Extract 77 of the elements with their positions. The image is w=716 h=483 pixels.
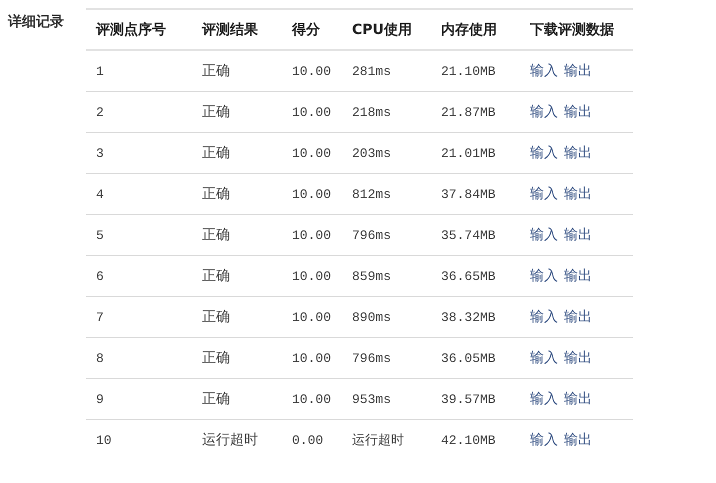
table-cell: 10.00 bbox=[292, 146, 332, 160]
section-label: 详细记录 bbox=[8, 13, 65, 32]
table-cell: 正确 bbox=[202, 186, 230, 202]
table-cell: 正确 bbox=[202, 391, 230, 407]
download-link[interactable]: 输入 bbox=[530, 227, 558, 243]
download-link[interactable]: 输出 bbox=[564, 309, 592, 325]
download-link[interactable]: 输入 bbox=[530, 268, 558, 284]
download-link[interactable]: 输出 bbox=[564, 432, 592, 448]
table-cell: 8 bbox=[96, 350, 104, 366]
table-cell: 42.10MB bbox=[441, 432, 496, 448]
table-cell: 203ms bbox=[352, 146, 392, 160]
table-cell: 953ms bbox=[352, 392, 392, 406]
table-cell: 5 bbox=[96, 228, 104, 242]
table-cell: 10.00 bbox=[292, 64, 332, 78]
table-cell: 2 bbox=[96, 104, 104, 120]
download-link[interactable]: 输入 bbox=[530, 145, 558, 161]
table-cell: 6 bbox=[96, 268, 104, 284]
download-link[interactable]: 输出 bbox=[564, 268, 592, 284]
table-cell: 218ms bbox=[352, 104, 392, 120]
table-cell: 10.00 bbox=[292, 186, 332, 202]
column-header: 下载评测数据 bbox=[520, 9, 633, 50]
table-cell: 796ms bbox=[352, 350, 392, 366]
table-cell: 21.87MB bbox=[441, 104, 496, 120]
table-cell: 正确 bbox=[202, 350, 230, 366]
table-cell: 正确 bbox=[202, 309, 230, 325]
table-cell: 796ms bbox=[352, 228, 392, 242]
table-cell: 859ms bbox=[352, 268, 392, 284]
table-cell: 运行超时 bbox=[352, 433, 404, 448]
table-cell: 10.00 bbox=[292, 310, 332, 324]
download-link[interactable]: 输出 bbox=[564, 186, 592, 202]
table-cell: 10.00 bbox=[292, 268, 332, 284]
download-link[interactable]: 输入 bbox=[530, 350, 558, 366]
table-cell: 10.00 bbox=[292, 350, 332, 366]
table-cell: 0.00 bbox=[292, 432, 324, 448]
table-cell: 36.05MB bbox=[441, 350, 496, 366]
table-cell: 正确 bbox=[202, 268, 230, 284]
table-cell: 9 bbox=[96, 392, 104, 406]
table-cell: 35.74MB bbox=[441, 228, 496, 242]
table-cell: 正确 bbox=[202, 145, 230, 161]
download-link[interactable]: 输入 bbox=[530, 63, 558, 79]
column-header: 得分 bbox=[282, 9, 342, 50]
download-link[interactable]: 输入 bbox=[530, 104, 558, 120]
column-header: 内存使用 bbox=[431, 9, 520, 50]
table-cell: 37.84MB bbox=[441, 186, 496, 202]
download-link[interactable]: 输出 bbox=[564, 63, 592, 79]
download-link[interactable]: 输出 bbox=[564, 391, 592, 407]
table-cell: 39.57MB bbox=[441, 392, 496, 406]
download-link[interactable]: 输出 bbox=[564, 145, 592, 161]
table-cell: 正确 bbox=[202, 227, 230, 243]
table-cell: 812ms bbox=[352, 186, 392, 202]
table-cell: 7 bbox=[96, 310, 104, 324]
download-link[interactable]: 输入 bbox=[530, 186, 558, 202]
table-cell: 运行超时 bbox=[202, 432, 258, 448]
download-link[interactable]: 输出 bbox=[564, 350, 592, 366]
table-cell: 10.00 bbox=[292, 228, 332, 242]
column-header: 评测点序号 bbox=[86, 9, 192, 50]
table-cell: 3 bbox=[96, 146, 104, 160]
table-cell: 36.65MB bbox=[441, 268, 496, 284]
table-cell: 10 bbox=[96, 432, 112, 448]
download-link[interactable]: 输入 bbox=[530, 391, 558, 407]
download-link[interactable]: 输入 bbox=[530, 432, 558, 448]
column-header: 评测结果 bbox=[192, 9, 282, 50]
download-link[interactable]: 输出 bbox=[564, 104, 592, 120]
download-link[interactable]: 输入 bbox=[530, 309, 558, 325]
table-cell: 10.00 bbox=[292, 392, 332, 406]
table-cell: 21.10MB bbox=[441, 64, 496, 78]
table-cell: 1 bbox=[96, 64, 104, 78]
table-cell: 4 bbox=[96, 186, 104, 202]
table-cell: 281ms bbox=[352, 64, 392, 78]
column-header: CPU使用 bbox=[342, 9, 431, 50]
table-cell: 正确 bbox=[202, 63, 230, 79]
table-cell: 38.32MB bbox=[441, 310, 496, 324]
table-cell: 正确 bbox=[202, 104, 230, 120]
table-cell: 21.01MB bbox=[441, 146, 496, 160]
table-cell: 890ms bbox=[352, 310, 392, 324]
download-link[interactable]: 输出 bbox=[564, 227, 592, 243]
table-cell: 10.00 bbox=[292, 104, 332, 120]
